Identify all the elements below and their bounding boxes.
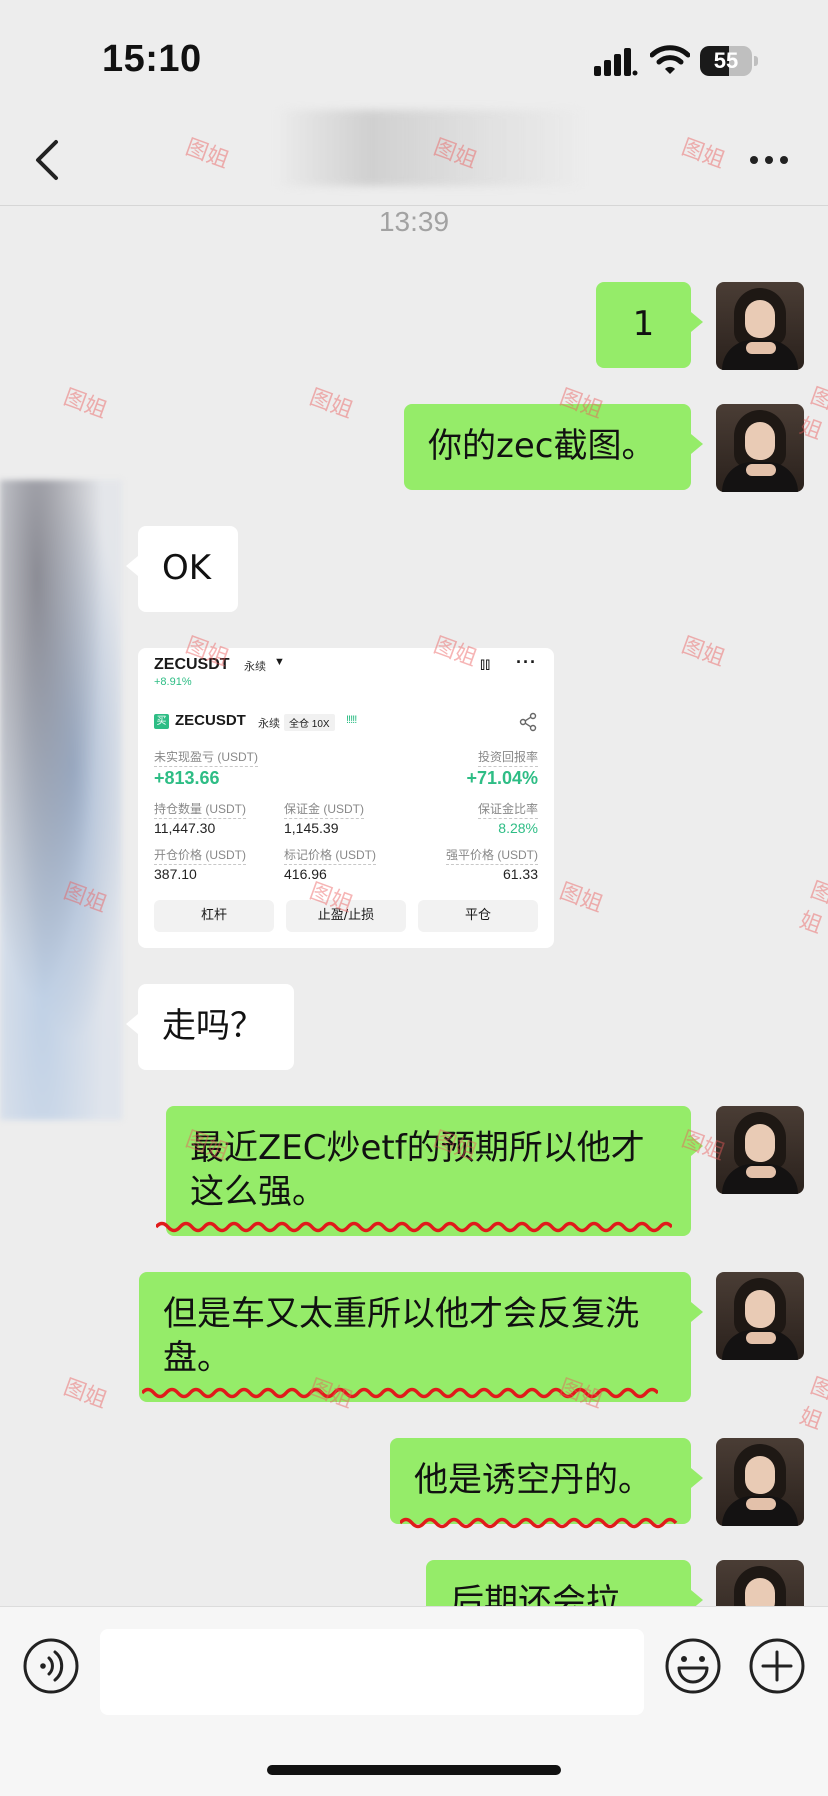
cellular-signal-icon (594, 48, 638, 76)
message-text: 最近ZEC炒etf的预期所以他才这么强。 (190, 1128, 645, 1212)
spellcheck-underline (156, 1221, 672, 1233)
roi-value: +71.04% (466, 768, 538, 788)
leverage-badge: 全仓 10X (284, 714, 335, 731)
message-bubble[interactable]: 最近ZEC炒etf的预期所以他才这么强。 (166, 1106, 703, 1236)
chevron-left-icon[interactable] (28, 136, 68, 184)
roi-label: 投资回报率 (477, 748, 538, 767)
message-text: OK (162, 548, 212, 588)
battery-icon: 55 (700, 46, 758, 76)
message-bubble[interactable]: OK (126, 526, 238, 612)
status-bar: 15:10 55 (0, 0, 828, 110)
size-value: 11,447.30 (154, 820, 216, 836)
candlestick-icon: ⫾⫾ (480, 656, 491, 673)
message-bubble[interactable]: 你的zec截图。 (404, 404, 703, 490)
pnl-value: +813.66 (154, 768, 220, 788)
size-label: 持仓数量 (USDT) (154, 800, 246, 819)
margin-value: 1,145.39 (284, 820, 339, 836)
watermark: 图姐 (60, 1375, 111, 1414)
liq-label: 强平价格 (USDT) (446, 846, 538, 865)
leverage-button: 杠杆 (154, 900, 274, 932)
watermark: 图姐 (60, 385, 111, 424)
avatar[interactable] (716, 1438, 804, 1526)
wifi-icon (650, 45, 690, 74)
message-bubble[interactable]: 他是诱空丹的。 (390, 1438, 703, 1524)
obscured-chat-title (280, 110, 580, 186)
margin-label: 保证金 (USDT) (284, 800, 364, 819)
entry-value: 387.10 (154, 866, 197, 882)
voice-icon[interactable] (22, 1637, 80, 1695)
message-text: 你的zec截图。 (428, 426, 656, 466)
message-text: 走吗？ (162, 1006, 264, 1046)
chat-timestamp: 13:39 (378, 206, 450, 237)
plus-icon[interactable] (748, 1637, 806, 1695)
message-text: 1 (632, 304, 655, 344)
watermark: 图姐 (678, 633, 729, 672)
adl-indicator: !!!!! (346, 714, 357, 726)
avatar[interactable] (716, 1272, 804, 1360)
card-change: +8.91% (154, 676, 192, 688)
entry-label: 开仓价格 (USDT) (154, 846, 246, 865)
message-input[interactable] (100, 1629, 644, 1715)
watermark: 图姐 (796, 877, 828, 939)
close-position-button: 平仓 (418, 900, 538, 932)
position-perp: 永续 (258, 718, 280, 730)
message-text: 但是车又太重所以他才会反复洗盘。 (163, 1294, 639, 1378)
avatar[interactable] (716, 282, 804, 370)
spellcheck-underline (400, 1517, 678, 1529)
message-bubble[interactable]: 走吗？ (126, 984, 294, 1070)
margin-ratio-label: 保证金比率 (477, 800, 538, 819)
share-icon (519, 712, 537, 732)
status-time: 15:10 (102, 38, 202, 80)
obscured-avatar-area (0, 480, 122, 1120)
margin-ratio-value: 8.28% (498, 820, 538, 836)
caret-down-icon: ▼ (274, 656, 285, 668)
home-indicator (267, 1765, 561, 1775)
battery-percent: 55 (713, 48, 739, 73)
buy-badge: 买 (154, 714, 169, 729)
watermark: 图姐 (306, 385, 357, 424)
avatar[interactable] (716, 1106, 804, 1194)
position-pair: ZECUSDT (175, 712, 246, 729)
watermark: 图姐 (556, 879, 607, 918)
avatar[interactable] (716, 404, 804, 492)
more-icon[interactable] (746, 140, 792, 180)
mark-label: 标记价格 (USDT) (284, 846, 376, 865)
liq-value: 61.33 (502, 866, 538, 882)
card-perp: 永续 (244, 661, 266, 673)
more-icon: ··· (516, 652, 537, 672)
message-bubble[interactable]: 1 (596, 282, 703, 368)
emoji-icon[interactable] (664, 1637, 722, 1695)
message-text: 他是诱空丹的。 (414, 1460, 652, 1500)
input-bar (0, 1606, 828, 1796)
watermark: 图姐 (796, 1373, 828, 1435)
message-bubble[interactable]: 但是车又太重所以他才会反复洗盘。 (139, 1272, 703, 1402)
pnl-label: 未实现盈亏 (USDT) (154, 748, 258, 767)
